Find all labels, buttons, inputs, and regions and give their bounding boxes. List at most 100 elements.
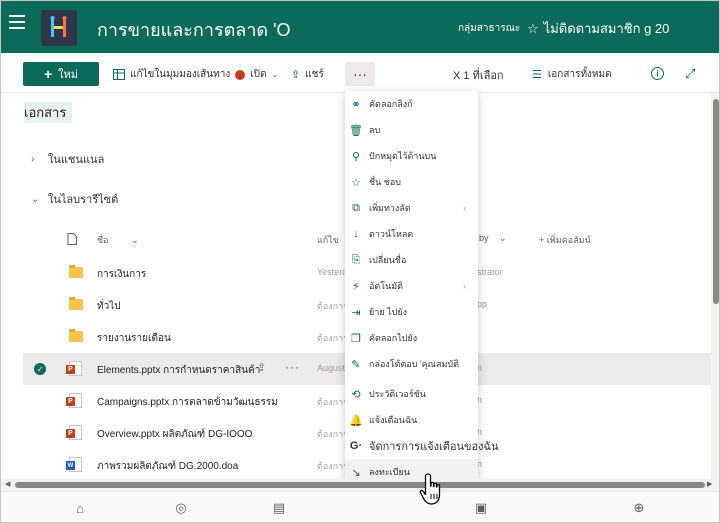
checkmark-icon[interactable]: ✓ [34, 363, 46, 375]
menu-item-label: จัดการการแจ้งเตือนของฉัน [369, 441, 499, 453]
menu-item-rename[interactable]: ⎘ เปลี่ยนชื่อ [345, 247, 478, 273]
hamburger-menu-icon[interactable] [9, 15, 25, 29]
follow-button[interactable]: ☆ ไม่ติดตามสมาชิก g 20 [527, 18, 669, 39]
globe-icon[interactable]: ◎ [173, 500, 189, 516]
section-in-site-library[interactable]: ⌄ ในไลบรารีไซต์ [31, 190, 118, 208]
share-icon: ⇪ [291, 69, 301, 81]
chevron-down-icon: ⌄ [499, 233, 507, 243]
section-label: ในแชนแนล [48, 154, 105, 166]
share-button[interactable]: ⇪ แชร์ [291, 67, 324, 82]
section-in-channel[interactable]: › ในแชนแนล [31, 150, 104, 168]
section-label: ในไลบรารีไซต์ [48, 194, 119, 206]
file-name[interactable]: Elements.pptx การกำหนดราคาสินค้า [97, 363, 260, 378]
open-grid-view-button[interactable]: แก้ไขในมุมมองเส้นทาง เปิด ⌄ [113, 67, 278, 82]
menu-item-copy-to[interactable]: ❐ คัดลอกไปยัง [345, 325, 478, 351]
view-switcher[interactable]: ☰ เอกสารทั้งหมด [532, 67, 612, 82]
modified-date: ต้องการ [317, 429, 348, 439]
menu-item-pin-to-top[interactable]: ⚲ ปักหมุดไว้ด้านบน [345, 143, 478, 169]
download-icon: ↓ [353, 228, 359, 240]
expand-icon[interactable]: ⤢ [685, 66, 695, 82]
trash-icon: 🗑 [349, 124, 363, 137]
menu-item-label: คัดลอกไปยัง [369, 333, 418, 343]
chevron-right-icon: › [463, 281, 466, 291]
vertical-scrollbar[interactable] [711, 93, 719, 479]
column-name-label: ชื่อ [97, 235, 109, 245]
file-name[interactable]: การเงินการ [97, 267, 146, 282]
site-title[interactable]: การขายและการตลาด 'O [97, 15, 291, 44]
scroll-right-icon[interactable]: ▶ [707, 480, 712, 488]
selected-count[interactable]: X 1 ที่เลือก [453, 66, 504, 84]
add-column-button[interactable]: + เพิ่มคอลัมน์ [539, 233, 591, 247]
column-header-modified-by[interactable]: by ⌄ [479, 233, 507, 244]
share-label: แชร์ [305, 69, 324, 80]
powerpoint-file-icon [66, 393, 82, 408]
follow-label: ไม่ติดตามสมาชิก g 20 [543, 21, 670, 36]
modified-by: pp [477, 299, 488, 309]
star-outline-icon: ☆ [527, 20, 539, 36]
menu-item-copy-link[interactable]: ⚭ คัดลอกลิงก์ [345, 91, 478, 117]
move-icon: ⇥ [351, 306, 361, 319]
news-icon[interactable]: ▤ [271, 500, 287, 516]
new-label: ใหม่ [58, 69, 79, 81]
menu-item-properties[interactable]: ✎ กล่องโต้ตอบ 'คุณสมบัติ [345, 351, 478, 377]
site-logo[interactable] [41, 10, 77, 46]
powerpoint-badge-icon [235, 69, 246, 80]
scroll-left-icon[interactable]: ◀ [5, 480, 10, 488]
column-header-name[interactable]: ชื่อ ⌄ [97, 233, 139, 247]
new-button[interactable]: + ใหม่ [23, 62, 99, 86]
file-name[interactable]: Campaigns.pptx การตลาดข้ามวัฒนธรรม [97, 395, 278, 410]
more-actions-button[interactable]: ··· [345, 62, 375, 86]
grid-view-icon [113, 69, 125, 80]
chevron-down-icon: ⌄ [131, 235, 139, 245]
checkin-icon: ↘ [351, 466, 361, 479]
library-title: เอกสาร [24, 102, 73, 123]
folder-icon [69, 265, 83, 278]
menu-item-add-shortcut[interactable]: ⧉ เพิ่มทางลัด › [345, 195, 478, 221]
horizontal-scrollbar[interactable]: ◀ ▶ [1, 479, 719, 491]
rename-icon: ⎘ [351, 253, 361, 266]
file-name[interactable]: รายงานรายเดือน [97, 331, 171, 346]
bottom-navigation: ⌂ ◎ ▤ ▣ ⊕ [1, 491, 719, 522]
menu-item-delete[interactable]: 🗑 ลบ [345, 117, 478, 143]
manage-alerts-icon: G· [349, 440, 363, 452]
menu-item-download[interactable]: ↓ ดาวน์โหลด [345, 221, 478, 247]
open-grid-label: แก้ไขในมุมมองเส้นทาง [130, 69, 231, 80]
powerpoint-file-icon [66, 425, 82, 440]
chevron-right-icon: › [31, 153, 35, 165]
open-icon: ⧉ [352, 201, 360, 214]
file-name[interactable]: Overview.pptx ผลิตภัณฑ์ DG-IOOO [97, 427, 252, 442]
menu-item-version-history[interactable]: ⟲ ประวัติเวอร์ชัน [345, 381, 478, 407]
horizontal-scroll-thumb[interactable] [15, 482, 705, 488]
modified-date: ต้องการ [317, 333, 348, 343]
file-name[interactable]: ภาพรวมผลิตภัณฑ์ DG.2000.doa [97, 459, 238, 474]
context-menu: ⚭ คัดลอกลิงก์ 🗑 ลบ ⚲ ปักหมุดไว้ด้านบน ☆ … [345, 91, 499, 487]
file-name[interactable]: ทั่วไป [97, 299, 121, 314]
vertical-scroll-thumb[interactable] [713, 99, 719, 304]
info-icon[interactable]: i [651, 67, 664, 80]
file-type-icon[interactable] [67, 233, 77, 245]
history-icon: ⟲ [351, 388, 361, 401]
menu-item-favorite[interactable]: ☆ ชื่น ชอบ [345, 169, 478, 195]
files-icon[interactable]: ▣ [473, 500, 489, 516]
menu-item-automate[interactable]: ⚡ อัตโนมัติ › [345, 273, 478, 299]
menu-item-label: ปักหมุดไว้ด้านบน [369, 151, 437, 161]
modified-date: ต้องการ [317, 301, 348, 311]
add-icon[interactable]: ⊕ [631, 500, 647, 516]
site-header: การขายและการตลาด 'O กลุ่มสาธารณะ ☆ ไม่ติ… [1, 1, 719, 53]
star-icon: ☆ [351, 176, 361, 189]
list-view-icon: ☰ [532, 69, 542, 81]
folder-icon [69, 329, 83, 342]
home-icon[interactable]: ⌂ [72, 500, 88, 516]
menu-item-alert-me[interactable]: 🔔 แจ้งเตือนฉัน [345, 407, 478, 433]
modified-by: strator [477, 267, 503, 277]
share-icon[interactable]: ⇪ [257, 361, 266, 374]
menu-item-label: ย้าย ไปยัง [369, 307, 408, 317]
copy-icon: ❐ [351, 332, 361, 345]
bell-icon: 🔔 [349, 414, 363, 427]
chevron-down-icon: ⌄ [31, 193, 40, 205]
menu-item-move-to[interactable]: ⇥ ย้าย ไปยัง [345, 299, 478, 325]
column-header-modified[interactable]: แก้ไข [317, 233, 339, 247]
more-options-icon[interactable]: ··· [285, 360, 300, 374]
menu-item-manage-alerts[interactable]: G· จัดการการแจ้งเตือนของฉัน [345, 433, 499, 459]
menu-item-label: แจ้งเตือนฉัน [369, 415, 418, 425]
